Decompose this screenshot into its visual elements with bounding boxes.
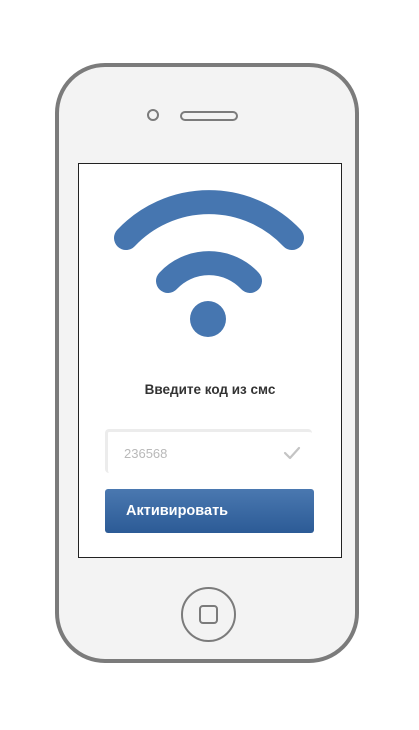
sms-code-prompt: Введите код из смс (144, 382, 276, 397)
home-button-icon (199, 605, 218, 624)
sms-code-input[interactable] (124, 443, 274, 463)
phone-mockup: Введите код из смс Активировать (0, 0, 419, 730)
wifi-icon (114, 190, 304, 337)
camera-icon (147, 109, 159, 121)
home-button[interactable] (181, 587, 236, 642)
activate-button[interactable]: Активировать (105, 489, 314, 533)
checkmark-icon (283, 446, 301, 460)
speaker-icon (180, 111, 238, 121)
sms-code-field[interactable] (105, 429, 312, 473)
